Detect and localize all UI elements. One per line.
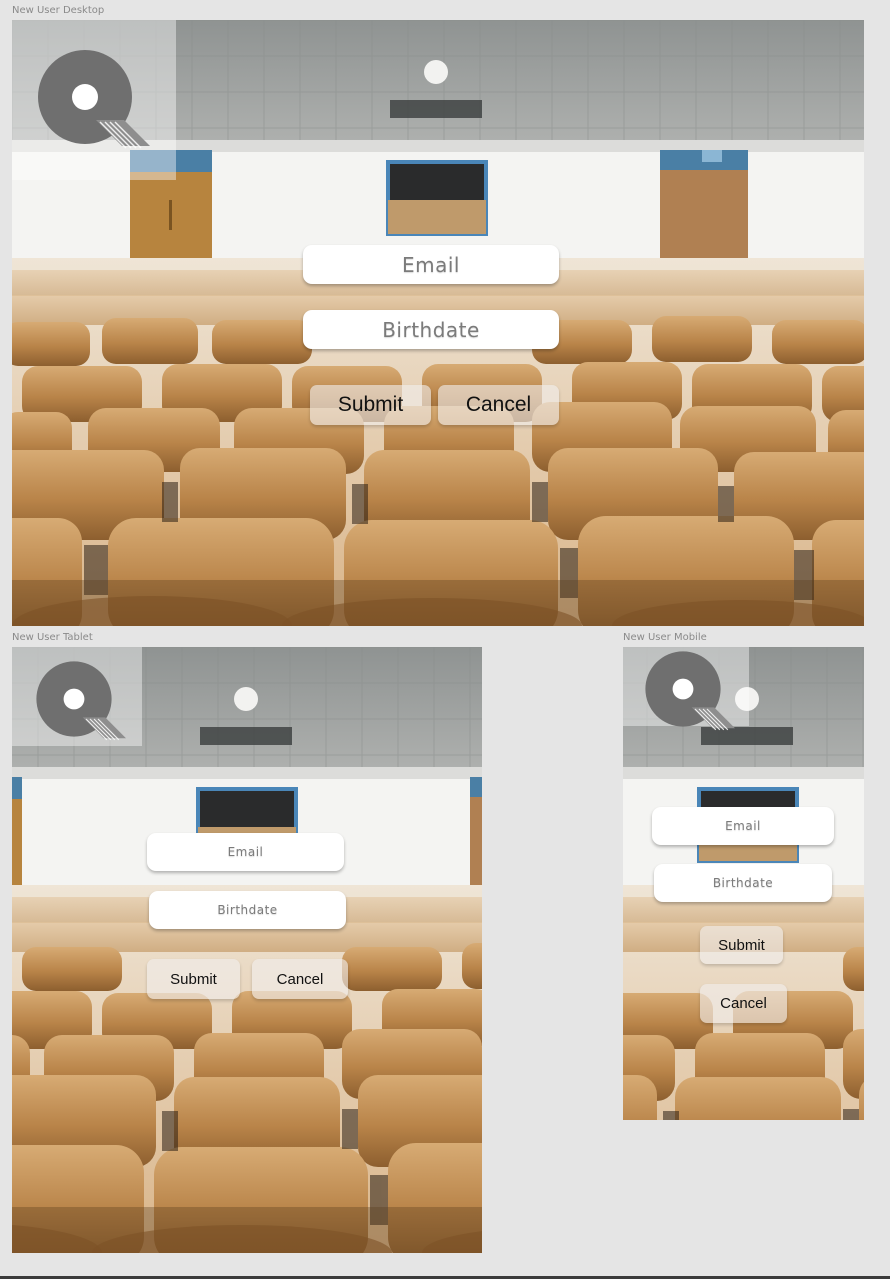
frame-label-tablet: New User Tablet — [12, 632, 93, 643]
submit-label: Submit — [337, 393, 404, 416]
cancel-button[interactable]: Cancel — [252, 959, 348, 999]
birthdate-field[interactable]: Birthdate — [303, 310, 559, 349]
q-logo-icon — [37, 49, 150, 149]
birthdate-field[interactable]: Birthdate — [654, 864, 832, 902]
q-logo-icon — [644, 650, 735, 731]
email-field[interactable]: Email — [652, 807, 834, 845]
q-logo-icon — [35, 660, 126, 741]
cancel-button[interactable]: Cancel — [438, 385, 559, 425]
frame-label-mobile: New User Mobile — [623, 632, 707, 643]
birthdate-placeholder: Birthdate — [217, 903, 278, 917]
email-placeholder: Email — [725, 819, 761, 833]
frame-mobile: Email Birthdate Submit Cancel — [623, 647, 864, 1120]
submit-label: Submit — [170, 970, 217, 988]
frame-label-desktop: New User Desktop — [12, 5, 105, 16]
cancel-button[interactable]: Cancel — [700, 984, 787, 1023]
email-placeholder: Email — [402, 252, 460, 277]
cancel-label: Cancel — [465, 393, 532, 416]
submit-button[interactable]: Submit — [147, 959, 240, 999]
frame-desktop: Email Birthdate Submit Cancel — [12, 20, 864, 626]
email-placeholder: Email — [227, 845, 264, 859]
birthdate-placeholder: Birthdate — [382, 317, 480, 342]
cancel-label: Cancel — [720, 995, 767, 1012]
email-field[interactable]: Email — [303, 245, 559, 284]
email-field[interactable]: Email — [147, 833, 344, 871]
submit-button[interactable]: Submit — [700, 926, 783, 964]
submit-button[interactable]: Submit — [310, 385, 431, 425]
birthdate-field[interactable]: Birthdate — [149, 891, 346, 929]
cancel-label: Cancel — [276, 970, 324, 988]
submit-label: Submit — [718, 936, 765, 954]
birthdate-placeholder: Birthdate — [712, 876, 774, 890]
frame-tablet: Email Birthdate Submit Cancel — [12, 647, 482, 1253]
